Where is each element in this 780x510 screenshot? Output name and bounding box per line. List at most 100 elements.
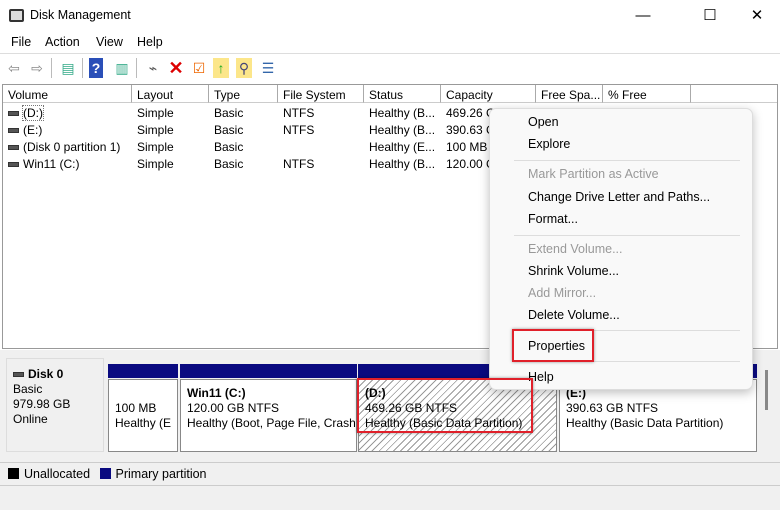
- table-cell: Healthy (B...: [369, 123, 436, 137]
- menu-separator: [514, 160, 740, 161]
- volume-icon: [8, 162, 19, 168]
- column-capacity[interactable]: Capacity: [441, 85, 536, 103]
- disk-management-icon: [9, 9, 24, 22]
- partition-status: Healthy (Basic Data Partition): [566, 416, 724, 430]
- table-cell: NTFS: [283, 106, 315, 120]
- back-icon[interactable]: ⇦: [4, 58, 24, 78]
- action-pane-icon[interactable]: ▥: [112, 58, 132, 78]
- table-cell: Simple: [137, 123, 174, 137]
- primary-swatch: [99, 468, 111, 479]
- column-type[interactable]: Type: [209, 85, 278, 103]
- menu-item-format[interactable]: Format...: [528, 212, 578, 226]
- properties-icon[interactable]: ☑: [189, 58, 209, 78]
- forward-icon[interactable]: ⇨: [27, 58, 47, 78]
- menu-item-change-drive-letter-and-paths[interactable]: Change Drive Letter and Paths...: [528, 190, 710, 204]
- volume-icon: [8, 145, 19, 151]
- table-cell: Basic: [214, 157, 244, 171]
- toolbar-separator: [136, 58, 137, 78]
- folder-up-icon[interactable]: ↑: [213, 58, 229, 78]
- menu-bar: File Action View Help: [0, 32, 780, 52]
- menu-item-explore[interactable]: Explore: [528, 137, 570, 151]
- menu-item-delete-volume[interactable]: Delete Volume...: [528, 308, 620, 322]
- connect-drive-icon[interactable]: ⌁: [143, 58, 163, 78]
- volume-icon: [8, 128, 19, 134]
- menu-view[interactable]: View: [96, 35, 123, 49]
- column-free-space[interactable]: Free Spa...: [536, 85, 603, 103]
- partition-title: [115, 386, 171, 401]
- table-cell: Basic: [214, 140, 244, 154]
- menu-help[interactable]: Help: [137, 35, 163, 49]
- highlight-properties: [512, 329, 594, 362]
- menu-action[interactable]: Action: [45, 35, 80, 49]
- menu-item-extend-volume: Extend Volume...: [528, 242, 623, 256]
- volume-name: (Disk 0 partition 1): [23, 140, 121, 154]
- partition-status: Healthy (Boot, Page File, Crash: [187, 416, 356, 430]
- table-cell: NTFS: [283, 157, 315, 171]
- volume-name: (D:): [22, 105, 44, 121]
- legend-unallocated: Unallocated: [24, 467, 91, 481]
- legend: Unallocated Primary partition: [0, 462, 780, 486]
- column-layout[interactable]: Layout: [132, 85, 209, 103]
- partition-size: 100 MB: [115, 401, 157, 415]
- column-volume[interactable]: Volume: [3, 85, 132, 103]
- minimize-button[interactable]: —: [620, 0, 666, 32]
- partition-1[interactable]: Win11 (C:) 120.00 GB NTFS Healthy (Boot,…: [180, 364, 357, 452]
- help-icon[interactable]: ?: [89, 58, 103, 78]
- title-bar: Disk Management — ☐ ✕: [0, 0, 780, 32]
- partition-size: 390.63 GB NTFS: [566, 401, 659, 415]
- delete-icon[interactable]: ✕: [166, 58, 186, 78]
- table-cell: Simple: [137, 157, 174, 171]
- disk-size: 979.98 GB: [13, 397, 71, 411]
- checklist-icon[interactable]: ☰: [258, 58, 278, 78]
- menu-item-add-mirror: Add Mirror...: [528, 286, 597, 300]
- table-cell: NTFS: [283, 123, 315, 137]
- window-title: Disk Management: [30, 8, 131, 22]
- disk-0-label[interactable]: Disk 0 Basic 979.98 GB Online: [6, 358, 104, 452]
- table-cell: (Disk 0 partition 1): [3, 139, 132, 156]
- toolbar-separator: [82, 58, 83, 78]
- table-cell: Win11 (C:): [3, 156, 132, 173]
- disk-icon: [13, 372, 24, 378]
- toolbar-separator: [51, 58, 52, 78]
- console-tree-icon[interactable]: ▤: [58, 58, 78, 78]
- partition-status: Healthy (E: [115, 416, 172, 430]
- disk-name: Disk 0: [28, 367, 64, 381]
- table-cell: Basic: [214, 106, 244, 120]
- table-cell: Healthy (E...: [369, 140, 436, 154]
- legend-primary: Primary partition: [115, 467, 207, 481]
- context-menu: Open Explore Mark Partition as Active Chang…: [489, 108, 753, 390]
- disk-type: Basic: [13, 382, 43, 396]
- table-cell: [278, 139, 364, 156]
- menu-item-shrink-volume[interactable]: Shrink Volume...: [528, 264, 619, 278]
- column-file-system[interactable]: File System: [278, 85, 364, 103]
- table-cell: (D:): [3, 105, 132, 122]
- folder-search-icon[interactable]: ⚲: [236, 58, 252, 78]
- maximize-button[interactable]: ☐: [687, 0, 733, 32]
- table-cell: Simple: [137, 106, 174, 120]
- column-filler: [691, 85, 777, 103]
- menu-item-open[interactable]: Open: [528, 115, 559, 129]
- volume-icon: [8, 111, 19, 117]
- volume-name: Win11 (C:): [23, 157, 80, 171]
- partition-box: 100 MB Healthy (E: [108, 379, 178, 452]
- close-button[interactable]: ✕: [734, 0, 780, 32]
- unallocated-swatch: [8, 468, 19, 479]
- menu-separator: [514, 235, 740, 236]
- partition-bar: [180, 364, 357, 378]
- column-percent-free[interactable]: % Free: [603, 85, 691, 103]
- column-status[interactable]: Status: [364, 85, 441, 103]
- partition-box: Win11 (C:) 120.00 GB NTFS Healthy (Boot,…: [180, 379, 357, 452]
- scrollbar-thumb[interactable]: [765, 370, 768, 410]
- partition-bar: [108, 364, 178, 378]
- partition-title: Win11 (C:): [187, 386, 246, 400]
- table-cell: Simple: [137, 140, 174, 154]
- table-cell: (E:): [3, 122, 132, 139]
- table-cell: Healthy (B...: [369, 106, 436, 120]
- menu-file[interactable]: File: [11, 35, 31, 49]
- volume-name: (E:): [23, 123, 43, 137]
- menu-item-mark-partition-as-active: Mark Partition as Active: [528, 167, 659, 181]
- partition-size: 120.00 GB NTFS: [187, 401, 280, 415]
- toolbar: ⇦ ⇨ ▤ ? ▥ ⌁ ✕ ☑ ↑ ⚲ ☰: [0, 53, 780, 81]
- partition-0[interactable]: 100 MB Healthy (E: [108, 364, 178, 452]
- table-cell: Healthy (B...: [369, 157, 436, 171]
